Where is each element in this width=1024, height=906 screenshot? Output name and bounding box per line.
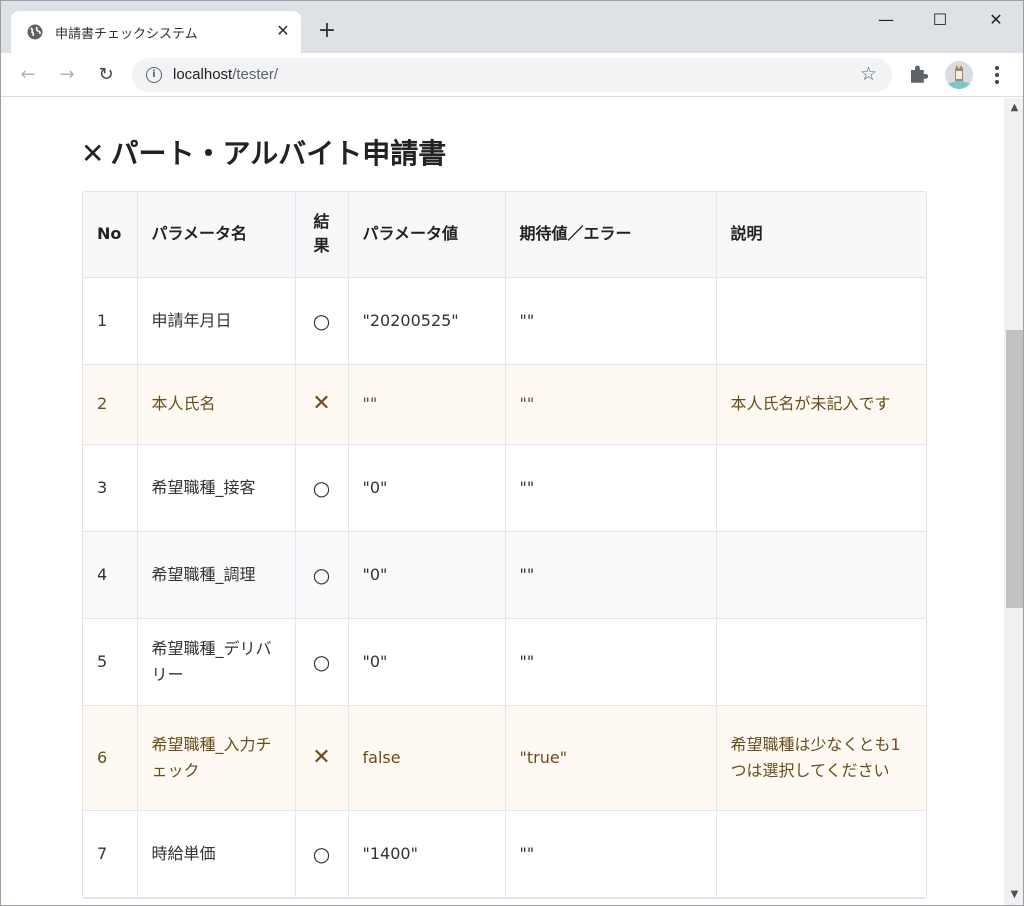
- page-title-text: パート・アルバイト申請書: [110, 137, 447, 170]
- header-param-value: パラメータ値: [348, 192, 506, 278]
- result-ok-icon: ○: [295, 810, 349, 898]
- more-menu-icon[interactable]: [987, 61, 1007, 89]
- bookmark-star-icon[interactable]: ☆: [860, 63, 877, 85]
- cell-param-value: "20200525": [348, 277, 506, 365]
- tab-close-icon[interactable]: ✕: [273, 21, 293, 41]
- profile-avatar[interactable]: [945, 61, 973, 89]
- cell-description: [716, 277, 926, 365]
- cell-param-value: "0": [348, 444, 506, 532]
- cell-expected: "": [505, 444, 717, 532]
- cell-expected: "": [505, 618, 717, 706]
- cell-param-name: 本人氏名: [137, 364, 296, 445]
- cell-param-value: false: [348, 705, 506, 811]
- cell-param-name: 希望職種_デリバリー: [137, 618, 296, 706]
- header-param-name: パラメータ名: [137, 192, 296, 278]
- cell-expected: "true": [505, 705, 717, 811]
- browser-window: 申請書チェックシステム ✕ + — ☐ ✕ ← → ↻ i localhost/…: [0, 0, 1024, 906]
- table-row: 1 申請年月日 ○ "20200525" "": [83, 277, 926, 365]
- result-ok-icon: ○: [295, 531, 349, 619]
- table-row: 3 希望職種_接客 ○ "0" "": [83, 444, 926, 532]
- cell-no: 7: [83, 810, 138, 898]
- close-window-button[interactable]: ✕: [973, 5, 1019, 35]
- scrollbar-thumb[interactable]: [1006, 330, 1023, 608]
- cell-description: [716, 810, 926, 898]
- puzzle-extension-icon[interactable]: [907, 61, 931, 87]
- cell-param-name: 時給単価: [137, 810, 296, 898]
- browser-toolbar: ← → ↻ i localhost/tester/ ☆: [1, 53, 1023, 97]
- maximize-button[interactable]: ☐: [917, 5, 963, 35]
- cell-param-name: 希望職種_入力チェック: [137, 705, 296, 811]
- cell-description: 本人氏名が未記入です: [716, 364, 926, 445]
- tab-title: 申請書チェックシステム: [55, 27, 198, 42]
- result-ok-icon: ○: [295, 277, 349, 365]
- cell-description: [716, 444, 926, 532]
- cell-param-value: "1400": [348, 810, 506, 898]
- header-result-line2: 果: [313, 236, 330, 256]
- avatar-image-icon: [945, 61, 973, 89]
- cell-param-name: 申請年月日: [137, 277, 296, 365]
- url-path: /tester/: [232, 66, 279, 83]
- url-text[interactable]: localhost/tester/: [173, 66, 278, 83]
- reload-button[interactable]: ↻: [93, 62, 119, 88]
- info-icon[interactable]: i: [146, 67, 162, 83]
- result-ng-icon: ✕: [295, 705, 349, 811]
- table-row-error: 6 希望職種_入力チェック ✕ false "true" 希望職種は少なくとも1…: [83, 705, 926, 811]
- table-row: 5 希望職種_デリバリー ○ "0" "": [83, 618, 926, 706]
- new-tab-button[interactable]: +: [315, 19, 339, 43]
- page-content: ✕ パート・アルバイト申請書 No パラメータ名 結果 パラメータ値 期待値／エ…: [1, 98, 1004, 905]
- table-row: 4 希望職種_調理 ○ "0" "": [83, 531, 926, 619]
- cell-param-name: 希望職種_調理: [137, 531, 296, 619]
- cell-expected: "": [505, 364, 717, 445]
- result-ok-icon: ○: [295, 444, 349, 532]
- forward-button[interactable]: →: [54, 62, 80, 88]
- results-table: No パラメータ名 結果 パラメータ値 期待値／エラー 説明 1 申請年月日 ○…: [83, 192, 926, 898]
- table-header-row: No パラメータ名 結果 パラメータ値 期待値／エラー 説明: [83, 192, 926, 278]
- cell-no: 3: [83, 444, 138, 532]
- cell-param-value: "": [348, 364, 506, 445]
- cell-param-name: 希望職種_接客: [137, 444, 296, 532]
- cell-description: [716, 531, 926, 619]
- minimize-button[interactable]: —: [863, 5, 909, 35]
- table-row-error: 2 本人氏名 ✕ "" "" 本人氏名が未記入です: [83, 364, 926, 445]
- scroll-up-arrow-icon[interactable]: ▲: [1004, 98, 1023, 118]
- page-title: ✕ パート・アルバイト申請書: [81, 132, 446, 172]
- results-table-container: No パラメータ名 結果 パラメータ値 期待値／エラー 説明 1 申請年月日 ○…: [82, 191, 927, 899]
- url-host: localhost: [173, 66, 233, 83]
- cell-expected: "": [505, 531, 717, 619]
- globe-icon: [27, 24, 43, 40]
- address-bar[interactable]: i localhost/tester/ ☆: [132, 58, 892, 92]
- header-no: No: [83, 192, 138, 278]
- header-result-line1: 結: [313, 212, 330, 232]
- cell-no: 6: [83, 705, 138, 811]
- result-ok-icon: ○: [295, 618, 349, 706]
- header-result: 結果: [295, 192, 349, 278]
- cell-description: [716, 618, 926, 706]
- cell-expected: "": [505, 277, 717, 365]
- result-ng-icon: ✕: [295, 364, 349, 445]
- cell-description: 希望職種は少なくとも1つは選択してください: [716, 705, 926, 811]
- tab-strip: 申請書チェックシステム ✕ + — ☐ ✕: [1, 1, 1023, 53]
- scroll-down-arrow-icon[interactable]: ▼: [1004, 885, 1023, 905]
- back-button[interactable]: ←: [15, 62, 41, 88]
- cell-no: 1: [83, 277, 138, 365]
- cell-no: 2: [83, 364, 138, 445]
- table-row: 7 時給単価 ○ "1400" "": [83, 810, 926, 898]
- browser-tab[interactable]: 申請書チェックシステム ✕: [11, 11, 301, 53]
- title-fail-mark-icon: ✕: [81, 137, 105, 170]
- cell-param-value: "0": [348, 531, 506, 619]
- cell-expected: "": [505, 810, 717, 898]
- header-expected: 期待値／エラー: [505, 192, 717, 278]
- cell-no: 5: [83, 618, 138, 706]
- header-description: 説明: [716, 192, 926, 278]
- cell-no: 4: [83, 531, 138, 619]
- cell-param-value: "0": [348, 618, 506, 706]
- vertical-scrollbar[interactable]: ▲ ▼: [1004, 98, 1023, 905]
